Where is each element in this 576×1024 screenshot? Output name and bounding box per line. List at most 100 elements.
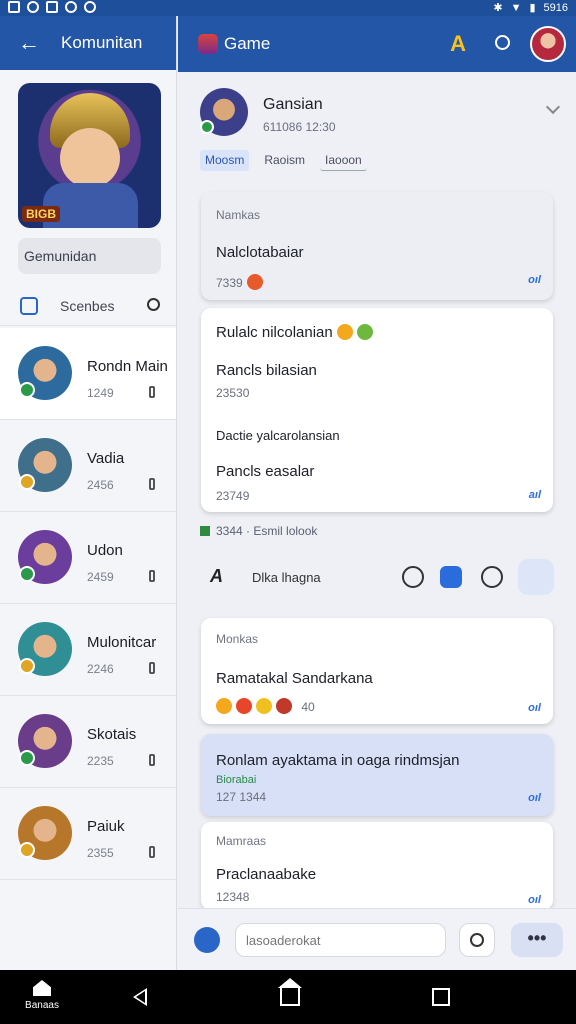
action-label: Dlka lhagna [252, 570, 321, 585]
trash-icon[interactable] [149, 846, 155, 858]
attach-icon[interactable] [194, 927, 220, 953]
card-meta: 23749 [216, 489, 250, 503]
trash-icon[interactable] [149, 754, 155, 766]
document-icon [46, 1, 58, 13]
community-avatar [18, 622, 72, 676]
sidebar-item-count: 1249 [87, 386, 114, 400]
more-button[interactable]: ••• [511, 923, 563, 957]
battery-icon: ▮ [529, 2, 536, 14]
card-meta: 12348 [216, 890, 250, 904]
status-bar: ✱ ▼ ▮ 5916 [0, 0, 576, 16]
status-badge [19, 566, 35, 582]
status-badge [19, 658, 35, 674]
signal-icon: oıl [528, 702, 541, 714]
message-input[interactable] [235, 923, 446, 957]
community-avatar [18, 346, 72, 400]
trash-icon[interactable] [149, 386, 155, 398]
signal-icon: oıl [528, 792, 541, 804]
emoji-icon [256, 698, 272, 714]
card-meta: 127 1344 [216, 790, 267, 804]
community-avatar [18, 438, 72, 492]
card-text: Praclanaabake [216, 866, 317, 883]
message-card[interactable]: Namkas Nalclotabaiar 7339 oıl [201, 192, 553, 300]
bluetooth-icon: ✱ [493, 2, 503, 14]
chevron-down-icon[interactable] [545, 99, 561, 115]
chat-header: Game A [178, 16, 576, 72]
message-card[interactable]: Rulalc nilcolanian Rancls bilasian 23530… [201, 308, 553, 512]
chat-title: Game [224, 34, 271, 53]
message-composer: ••• [178, 908, 576, 970]
card-text: Pancls easalar [216, 463, 315, 480]
chip-1[interactable]: Raoism [259, 150, 310, 171]
emoji-icon [216, 698, 232, 714]
search-icon[interactable] [147, 298, 160, 311]
sidebar-search-row[interactable]: Scenbes [0, 286, 176, 326]
game-cover-image[interactable]: BIGB [18, 83, 161, 228]
system-nav-bar: Banaas [0, 970, 576, 1024]
emoji-icon [356, 324, 373, 340]
status-badge [19, 382, 35, 398]
sidebar-item[interactable]: Vadia 2456 [0, 420, 176, 512]
card-meta: 7339 [216, 274, 263, 290]
sidebar-item-label: Paiuk [87, 818, 125, 835]
card-text: Ronlam ayaktama in oaga rindmsjan [216, 752, 460, 769]
sidebar-item-count: 2456 [87, 478, 114, 492]
trash-icon[interactable] [149, 570, 155, 582]
community-avatar [18, 530, 72, 584]
back-icon[interactable] [133, 988, 147, 1006]
home-tab[interactable]: Banaas [20, 980, 64, 1011]
chip-0[interactable]: Moosm [200, 150, 250, 171]
back-arrow-icon[interactable]: ← [18, 30, 48, 56]
smiley-icon [470, 933, 484, 947]
divider-text: 3344 · Esmil lolook [216, 524, 318, 538]
sidebar-item[interactable]: Mulonitcar 2246 [0, 604, 176, 696]
chip-2[interactable]: Iaooon [320, 150, 367, 171]
signal-icon: aıl [528, 489, 541, 501]
trash-icon[interactable] [149, 662, 155, 674]
filter-icon [20, 296, 38, 315]
card-text: Ramatakal Sandarkana [216, 670, 373, 687]
card-meta: 23530 [216, 386, 250, 400]
home-tab-label: Banaas [25, 1000, 59, 1011]
author-avatar[interactable] [200, 88, 248, 136]
sidebar-item-count: 2459 [87, 570, 114, 584]
message-card-highlighted[interactable]: Ronlam ayaktama in oaga rindmsjan Biorab… [201, 734, 553, 816]
filter-chips: Moosm Raoism Iaooon [200, 150, 367, 171]
card-meta: 40 [216, 698, 315, 714]
message-card[interactable]: Mamraas Praclanaabake 12348 oıl [201, 822, 553, 910]
chat-bubble-icon[interactable] [481, 566, 503, 588]
community-button[interactable]: Gemunidan [18, 238, 161, 274]
sidebar-item[interactable]: Skotais 2235 [0, 696, 176, 788]
profile-avatar[interactable] [530, 26, 566, 62]
timer-icon[interactable] [402, 566, 424, 588]
message-card[interactable]: Monkas Ramatakal Sandarkana 40 oıl [201, 618, 553, 724]
post-date: 611086 12:30 [263, 120, 336, 134]
sidebar-item[interactable]: Rondn Main 1249 [0, 328, 176, 420]
post-header: Gansian 611086 12:30 Moosm Raoism Iaooon [200, 88, 561, 178]
search-icon[interactable] [495, 35, 510, 50]
sidebar-item-label: Vadia [87, 450, 125, 467]
a-logo-icon[interactable]: A [210, 566, 223, 587]
search-label: Scenbes [60, 297, 115, 314]
sidebar-item-count: 2246 [87, 662, 114, 676]
sidebar-item[interactable]: Paiuk 2355 [0, 788, 176, 880]
status-system: ✱ ▼ ▮ 5916 [493, 1, 568, 15]
game-logo: BIGB [22, 206, 60, 222]
a-logo-icon[interactable]: A [450, 31, 466, 57]
trash-icon[interactable] [149, 478, 155, 490]
emoji-icon [236, 698, 252, 714]
verified-icon[interactable] [518, 559, 554, 595]
signal-icon: oıl [528, 894, 541, 906]
sidebar-item[interactable]: Udon 2459 [0, 512, 176, 604]
recent-apps-icon[interactable] [432, 988, 450, 1006]
emoji-icon [246, 274, 263, 290]
home-button-icon[interactable] [278, 978, 302, 1006]
shield-icon[interactable] [440, 566, 462, 588]
action-bar: A Dlka lhagna [200, 559, 560, 596]
dot-icon [84, 1, 96, 13]
status-notifications [8, 1, 96, 13]
sidebar-item-label: Udon [87, 542, 123, 559]
community-sidebar: ← Komunitan BIGB Gemunidan Scenbes Rondn… [0, 16, 177, 970]
card-section-label: Mamraas [216, 834, 267, 848]
emoji-button[interactable] [459, 923, 495, 957]
